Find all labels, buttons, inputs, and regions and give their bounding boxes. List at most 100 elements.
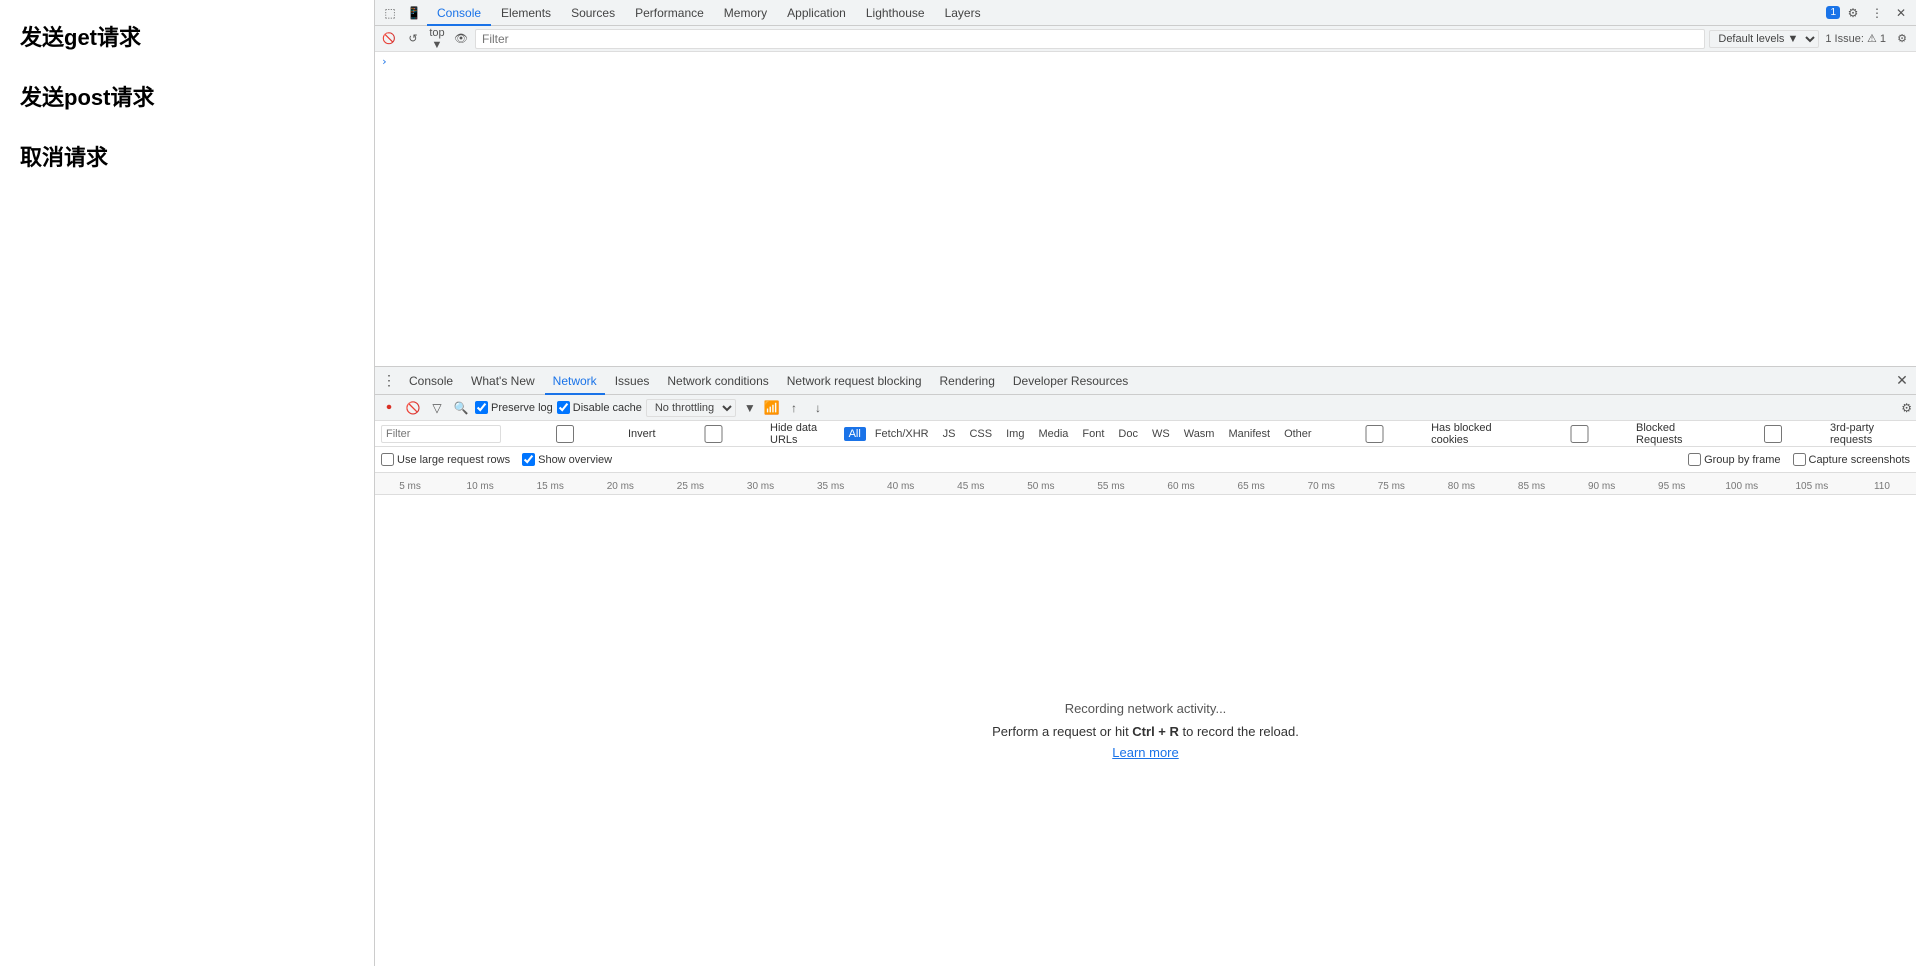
- invert-label[interactable]: Invert: [505, 425, 656, 443]
- nt-tab-network[interactable]: Network: [545, 367, 605, 395]
- search-icon[interactable]: 🔍: [451, 398, 471, 418]
- preserve-log-text: Preserve log: [491, 402, 553, 414]
- blocked-requests-label[interactable]: Blocked Requests: [1526, 422, 1716, 446]
- more-options-icon[interactable]: ⋮: [1866, 2, 1888, 24]
- filter-icon[interactable]: ▽: [427, 398, 447, 418]
- get-request-link[interactable]: 发送get请求: [20, 20, 350, 52]
- eye-icon[interactable]: 👁: [451, 29, 471, 49]
- timeline-tick: 30 ms: [747, 481, 774, 492]
- timeline-tick: 20 ms: [607, 481, 634, 492]
- network-dots-menu[interactable]: ⋮: [379, 371, 399, 391]
- group-by-frame-text: Group by frame: [1704, 454, 1780, 466]
- chip-doc[interactable]: Doc: [1113, 427, 1143, 441]
- preserve-log-checkbox[interactable]: [475, 401, 488, 414]
- tab-elements[interactable]: Elements: [491, 0, 561, 26]
- cancel-request-link[interactable]: 取消请求: [20, 140, 350, 172]
- timeline-tick: 100 ms: [1725, 481, 1758, 492]
- has-blocked-cookies-checkbox[interactable]: [1321, 425, 1429, 443]
- device-icon[interactable]: 📱: [403, 2, 425, 24]
- nt-tab-network-conditions[interactable]: Network conditions: [659, 367, 776, 395]
- chip-img[interactable]: Img: [1001, 427, 1029, 441]
- timeline-tick: 60 ms: [1167, 481, 1194, 492]
- record-icon[interactable]: ⏺: [379, 398, 399, 418]
- top-context-icon[interactable]: top ▼: [427, 29, 447, 49]
- timeline-tick: 105 ms: [1795, 481, 1828, 492]
- tab-layers[interactable]: Layers: [935, 0, 991, 26]
- close-devtools-icon[interactable]: ✕: [1890, 2, 1912, 24]
- top-tab-bar: Console Elements Sources Performance Mem…: [427, 0, 1824, 26]
- nt-tab-issues[interactable]: Issues: [607, 367, 658, 395]
- download-icon[interactable]: ↓: [808, 398, 828, 418]
- hide-data-urls-label[interactable]: Hide data URLs: [660, 422, 840, 446]
- nt-tab-console[interactable]: Console: [401, 367, 461, 395]
- preserve-log-label[interactable]: Preserve log: [475, 401, 553, 414]
- capture-screenshots-checkbox[interactable]: [1793, 453, 1806, 466]
- nt-tab-developer-resources[interactable]: Developer Resources: [1005, 367, 1136, 395]
- devtools-right-icons: 1 ⚙ ⋮ ✕: [1826, 2, 1912, 24]
- tab-sources[interactable]: Sources: [561, 0, 625, 26]
- has-blocked-cookies-label[interactable]: Has blocked cookies: [1321, 422, 1522, 446]
- third-party-label[interactable]: 3rd-party requests: [1719, 422, 1910, 446]
- default-levels-dropdown[interactable]: Default levels ▼: [1709, 30, 1819, 48]
- chip-all[interactable]: All: [844, 427, 866, 441]
- timeline-tick: 40 ms: [887, 481, 914, 492]
- invert-text: Invert: [628, 428, 656, 440]
- settings-icon[interactable]: ⚙: [1842, 2, 1864, 24]
- recording-text: Recording network activity...: [1065, 701, 1227, 716]
- post-request-link[interactable]: 发送post请求: [20, 80, 350, 112]
- show-overview-label[interactable]: Show overview: [522, 453, 612, 466]
- tab-application[interactable]: Application: [777, 0, 856, 26]
- disable-cache-checkbox[interactable]: [557, 401, 570, 414]
- inspect-icon[interactable]: ⬚: [379, 2, 401, 24]
- chip-wasm[interactable]: Wasm: [1179, 427, 1220, 441]
- tab-performance[interactable]: Performance: [625, 0, 714, 26]
- timeline-tick: 55 ms: [1097, 481, 1124, 492]
- chip-font[interactable]: Font: [1077, 427, 1109, 441]
- group-by-frame-label[interactable]: Group by frame: [1688, 453, 1780, 466]
- page-content: 发送get请求 发送post请求 取消请求: [0, 0, 370, 966]
- show-overview-checkbox[interactable]: [522, 453, 535, 466]
- upload-icon[interactable]: ↑: [784, 398, 804, 418]
- console-filter-input[interactable]: [475, 29, 1705, 49]
- throttle-dropdown[interactable]: No throttling: [646, 399, 736, 417]
- clear-icon[interactable]: 🚫: [403, 398, 423, 418]
- chip-fetch-xhr[interactable]: Fetch/XHR: [870, 427, 934, 441]
- chip-ws[interactable]: WS: [1147, 427, 1175, 441]
- network-filter-input[interactable]: [381, 425, 501, 443]
- nt-tab-network-request-blocking[interactable]: Network request blocking: [779, 367, 930, 395]
- throttle-down-icon[interactable]: ▼: [740, 398, 760, 418]
- nt-tab-rendering[interactable]: Rendering: [932, 367, 1003, 395]
- tab-console[interactable]: Console: [427, 0, 491, 26]
- ban-icon[interactable]: 🚫: [379, 29, 399, 49]
- console-arrow[interactable]: ›: [381, 55, 388, 68]
- capture-screenshots-label[interactable]: Capture screenshots: [1793, 453, 1911, 466]
- capture-screenshots-text: Capture screenshots: [1809, 454, 1911, 466]
- refresh-icon[interactable]: ↺: [403, 29, 423, 49]
- group-by-frame-checkbox[interactable]: [1688, 453, 1701, 466]
- learn-more-link[interactable]: Learn more: [1112, 745, 1178, 760]
- use-large-rows-label[interactable]: Use large request rows: [381, 453, 510, 466]
- timeline-tick: 70 ms: [1308, 481, 1335, 492]
- hide-data-urls-checkbox[interactable]: [660, 425, 768, 443]
- hide-data-urls-text: Hide data URLs: [770, 422, 840, 446]
- blocked-requests-checkbox[interactable]: [1526, 425, 1634, 443]
- network-settings-icon[interactable]: ⚙: [1901, 401, 1912, 415]
- nt-tab-whats-new[interactable]: What's New: [463, 367, 543, 395]
- invert-checkbox[interactable]: [505, 425, 625, 443]
- disable-cache-label[interactable]: Disable cache: [557, 401, 642, 414]
- chip-css[interactable]: CSS: [964, 427, 997, 441]
- timeline-tick: 45 ms: [957, 481, 984, 492]
- chip-media[interactable]: Media: [1033, 427, 1073, 441]
- chip-js[interactable]: JS: [938, 427, 961, 441]
- chip-manifest[interactable]: Manifest: [1223, 427, 1275, 441]
- close-network-panel-icon[interactable]: ✕: [1892, 371, 1912, 391]
- timeline-tick: 85 ms: [1518, 481, 1545, 492]
- use-large-rows-checkbox[interactable]: [381, 453, 394, 466]
- console-settings-icon[interactable]: ⚙: [1892, 29, 1912, 49]
- tab-memory[interactable]: Memory: [714, 0, 777, 26]
- wifi-icon: 📶: [764, 400, 780, 416]
- third-party-checkbox[interactable]: [1719, 425, 1827, 443]
- chip-other[interactable]: Other: [1279, 427, 1317, 441]
- network-content: Recording network activity... Perform a …: [375, 495, 1916, 966]
- tab-lighthouse[interactable]: Lighthouse: [856, 0, 935, 26]
